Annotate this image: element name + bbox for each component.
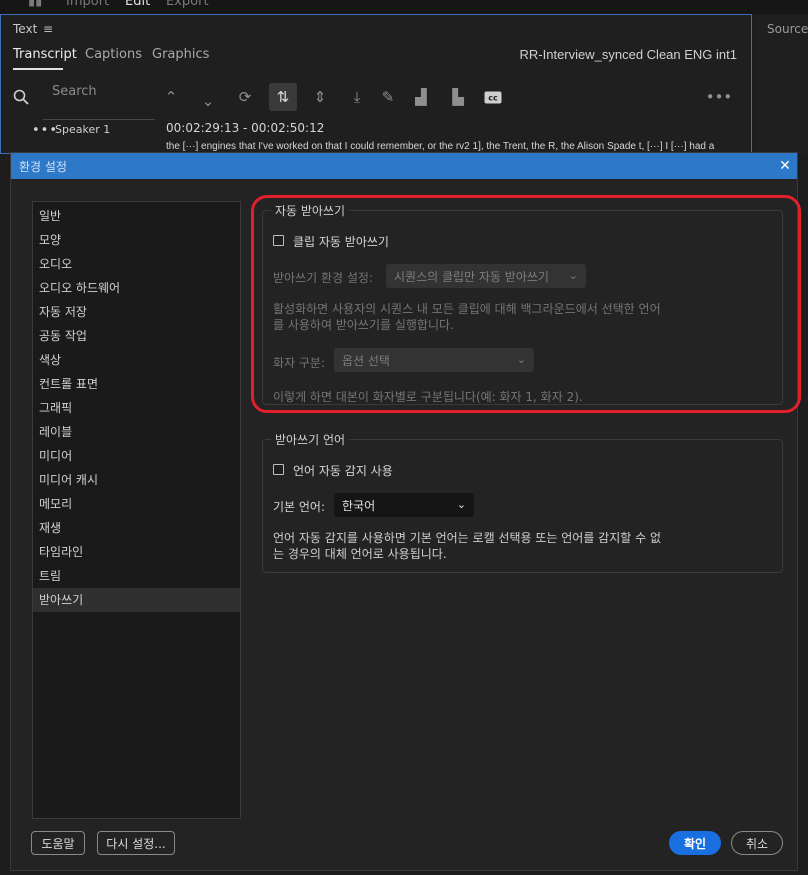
category-item-graphics[interactable]: 그래픽	[33, 396, 240, 420]
category-item-control-surface[interactable]: 컨트롤 표면	[33, 372, 240, 396]
dialog-title: 환경 설정	[19, 160, 67, 174]
highlight-outline	[251, 195, 801, 413]
category-item-collaboration[interactable]: 공동 작업	[33, 324, 240, 348]
segment-timecode: 00:02:29:13 - 00:02:50:12	[166, 121, 325, 135]
text-panel: Text ≡ Transcript Captions Graphics RR-I…	[0, 14, 752, 154]
collapse-segments-icon[interactable]: ⤓	[343, 83, 371, 111]
source-panel-title: Source: (	[767, 22, 808, 36]
ok-button[interactable]: 확인	[669, 831, 721, 855]
category-item-auto-save[interactable]: 자동 저장	[33, 300, 240, 324]
category-item-transcription[interactable]: 받아쓰기	[33, 588, 240, 612]
language-description: 언어 자동 감지를 사용하면 기본 언어는 로캘 선택용 또는 언어를 감지할 …	[273, 531, 662, 561]
category-item-general[interactable]: 일반	[33, 204, 240, 228]
dropdown-value: 한국어	[342, 498, 376, 513]
reset-button[interactable]: 다시 설정...	[97, 831, 175, 855]
close-icon[interactable]: ✕	[773, 153, 797, 179]
transcription-language-group: 받아쓰기 언어 언어 자동 감지 사용 기본 언어: 한국어 ⌄ 언어 자동 감…	[262, 431, 783, 573]
preferences-dialog: 환경 설정 ✕ 일반 모양 오디오 오디오 하드웨어 자동 저장 공동 작업 색…	[10, 152, 801, 871]
source-panel: Source: (	[755, 14, 808, 154]
search-input[interactable]: Search	[52, 84, 97, 99]
cc-icon[interactable]: cc	[479, 83, 507, 111]
tab-graphics[interactable]: Graphics	[152, 47, 209, 62]
more-options-icon[interactable]: •••	[705, 83, 733, 111]
svg-text:cc: cc	[488, 93, 498, 102]
auto-detect-language-checkbox[interactable]	[273, 464, 284, 475]
expand-segments-icon[interactable]: ⇕	[306, 83, 334, 111]
category-item-color[interactable]: 색상	[33, 348, 240, 372]
group-title: 받아쓰기 언어	[271, 431, 350, 448]
category-item-labels[interactable]: 레이블	[33, 420, 240, 444]
active-tab-indicator	[13, 68, 63, 70]
workspace-tab-export[interactable]: Export	[166, 0, 209, 9]
sequence-name: RR-Interview_synced Clean ENG int1	[519, 47, 737, 62]
tab-captions[interactable]: Captions	[85, 47, 142, 62]
split-segment-icon[interactable]: ⇅	[269, 83, 297, 111]
transcript-text[interactable]: the [···] engines that I've worked on th…	[166, 141, 741, 152]
workspace-tab-import[interactable]: Import	[66, 0, 109, 9]
panel-title: Text	[13, 22, 38, 36]
category-item-audio[interactable]: 오디오	[33, 252, 240, 276]
auto-detect-language-label[interactable]: 언어 자동 감지 사용	[293, 462, 393, 479]
chevron-up-icon[interactable]: ⌃	[157, 83, 185, 111]
chevron-down-icon[interactable]: ⌄	[194, 87, 222, 115]
pencil-icon[interactable]: ✎	[374, 83, 402, 111]
category-item-timeline[interactable]: 타임라인	[33, 540, 240, 564]
category-item-audio-hardware[interactable]: 오디오 하드웨어	[33, 276, 240, 300]
dialog-titlebar[interactable]: 환경 설정 ✕	[11, 153, 797, 179]
chevron-down-icon: ⌄	[456, 498, 466, 511]
category-list[interactable]: 일반 모양 오디오 오디오 하드웨어 자동 저장 공동 작업 색상 컨트롤 표면…	[32, 201, 241, 819]
home-icon[interactable]: ▮▮	[28, 0, 42, 9]
speaker-assign-icon[interactable]: ▟	[407, 83, 435, 111]
cancel-button[interactable]: 취소	[731, 831, 783, 855]
category-item-media-cache[interactable]: 미디어 캐시	[33, 468, 240, 492]
category-item-playback[interactable]: 재생	[33, 516, 240, 540]
merge-speakers-icon[interactable]: ▙	[444, 83, 472, 111]
search-underline	[43, 119, 155, 120]
help-button[interactable]: 도움말	[31, 831, 85, 855]
tab-transcript[interactable]: Transcript	[13, 47, 77, 62]
panel-menu-icon[interactable]: ≡	[43, 22, 53, 36]
default-language-dropdown[interactable]: 한국어 ⌄	[334, 493, 474, 517]
category-item-appearance[interactable]: 모양	[33, 228, 240, 252]
category-item-memory[interactable]: 메모리	[33, 492, 240, 516]
default-language-label: 기본 언어:	[273, 500, 326, 514]
workspace-bar: ▮▮ Import Edit Export	[0, 0, 808, 14]
workspace-tab-edit[interactable]: Edit	[125, 0, 150, 9]
refresh-icon[interactable]: ⟳	[231, 83, 259, 111]
speaker-name[interactable]: Speaker 1	[55, 123, 110, 136]
category-item-trim[interactable]: 트림	[33, 564, 240, 588]
category-item-media[interactable]: 미디어	[33, 444, 240, 468]
search-icon[interactable]	[7, 83, 35, 111]
